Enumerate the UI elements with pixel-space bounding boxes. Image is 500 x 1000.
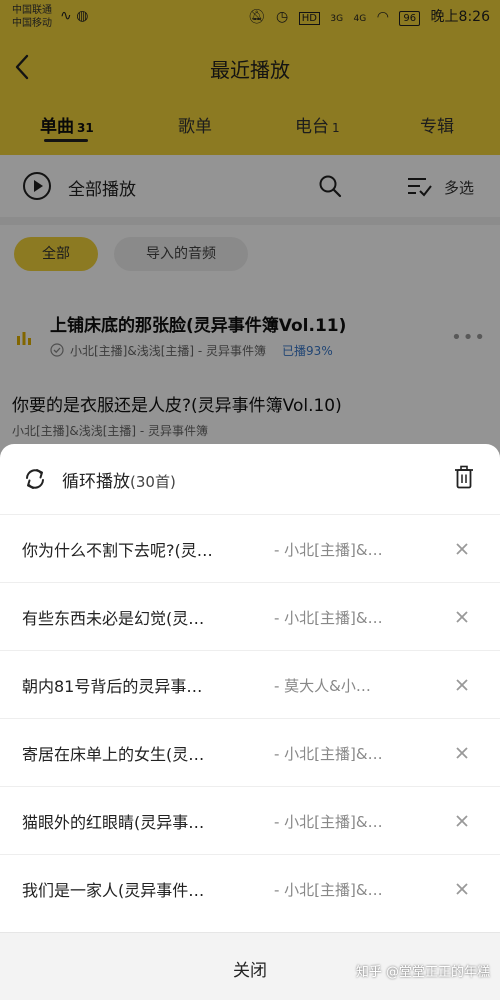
recent-play-screen: 中国联通 中国移动 ∿ ◍ 🔕︎ ◷ HD 3G 4G ◠ 96 晚上8:26 … bbox=[0, 0, 500, 1000]
queue-item-title: 我们是一家人(灵异事件… bbox=[22, 881, 205, 900]
close-icon[interactable] bbox=[452, 811, 472, 831]
close-icon[interactable] bbox=[452, 879, 472, 899]
queue-item-artist: - 小北[主播]&… bbox=[274, 541, 383, 559]
close-icon[interactable] bbox=[452, 743, 472, 763]
queue-item-title: 有些东西未必是幻觉(灵… bbox=[22, 609, 205, 628]
queue-item[interactable]: 你为什么不割下去呢?(灵… - 小北[主播]&… bbox=[0, 514, 500, 583]
queue-item[interactable]: 猫眼外的红眼睛(灵异事… - 小北[主播]&… bbox=[0, 786, 500, 855]
queue-item[interactable]: 我们是一家人(灵异事件… - 小北[主播]&… bbox=[0, 854, 500, 923]
queue-item-title: 猫眼外的红眼睛(灵异事… bbox=[22, 813, 205, 832]
queue-item-artist: - 小北[主播]&… bbox=[274, 813, 383, 831]
queue-item-artist: - 小北[主播]&… bbox=[274, 745, 383, 763]
queue-item-title: 朝内81号背后的灵异事… bbox=[22, 677, 203, 696]
loop-icon[interactable] bbox=[22, 466, 48, 492]
play-mode-button[interactable]: 循环播放(30首) bbox=[62, 467, 176, 492]
play-mode-label: 循环播放 bbox=[62, 472, 130, 492]
queue-item[interactable]: 有些东西未必是幻觉(灵… - 小北[主播]&… bbox=[0, 582, 500, 651]
close-button[interactable]: 关闭 知乎 @堂堂正正的年糕 bbox=[0, 932, 500, 1000]
queue-item-artist: - 莫大人&小… bbox=[274, 677, 371, 695]
queue-item-title: 你为什么不割下去呢?(灵… bbox=[22, 541, 213, 560]
watermark-text: 知乎 @堂堂正正的年糕 bbox=[355, 965, 490, 980]
close-icon[interactable] bbox=[452, 675, 472, 695]
queue-item-title: 寄居在床单上的女生(灵… bbox=[22, 745, 205, 764]
play-queue-sheet: 循环播放(30首) 你为什么不割下去呢?(灵… - 小北[主播]&… 有些东西未… bbox=[0, 444, 500, 1000]
trash-icon[interactable] bbox=[454, 465, 474, 489]
queue-item[interactable]: 朝内81号背后的灵异事… - 莫大人&小… bbox=[0, 650, 500, 719]
close-icon[interactable] bbox=[452, 607, 472, 627]
close-icon[interactable] bbox=[452, 539, 472, 559]
queue-header: 循环播放(30首) bbox=[0, 444, 500, 514]
queue-count: (30首) bbox=[130, 473, 176, 491]
queue-item[interactable]: 寄居在床单上的女生(灵… - 小北[主播]&… bbox=[0, 718, 500, 787]
queue-item-artist: - 小北[主播]&… bbox=[274, 609, 383, 627]
queue-item-artist: - 小北[主播]&… bbox=[274, 881, 383, 899]
